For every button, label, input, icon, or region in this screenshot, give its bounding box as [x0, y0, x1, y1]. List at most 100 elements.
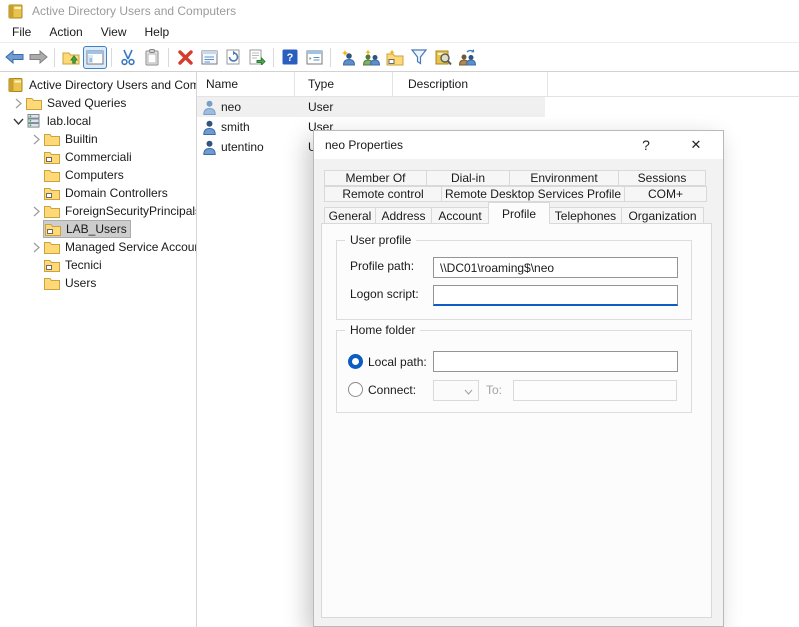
dialog-help-button[interactable]: ?	[627, 131, 665, 159]
find-icon[interactable]	[431, 46, 455, 69]
list-cell-name: neo	[221, 100, 241, 114]
set-filter-icon[interactable]	[407, 46, 431, 69]
toolbar-separator	[54, 48, 55, 67]
chevron-right-icon[interactable]	[28, 242, 44, 253]
tab-member-of[interactable]: Member Of	[324, 170, 427, 186]
tree-item-users[interactable]: Users	[0, 274, 196, 292]
toolbar-separator	[111, 48, 112, 67]
tree-item-computers[interactable]: Computers	[0, 166, 196, 184]
tree-item-saved-queries[interactable]: Saved Queries	[0, 94, 196, 112]
tab-remote-control[interactable]: Remote control	[324, 186, 442, 202]
export-list-icon[interactable]	[245, 46, 269, 69]
tree-item-tecnici[interactable]: Tecnici	[0, 256, 196, 274]
tree-item-commerciali[interactable]: Commerciali	[0, 148, 196, 166]
tree-item-managed-service-accounts[interactable]: Managed Service Accounts	[0, 238, 196, 256]
tab-account[interactable]: Account	[431, 207, 489, 224]
svg-text:?: ?	[287, 52, 294, 64]
up-one-level-icon[interactable]	[59, 46, 83, 69]
menu-help[interactable]: Help	[136, 23, 179, 41]
tree-item-label: Users	[65, 276, 96, 290]
tab-profile[interactable]: Profile	[488, 202, 550, 224]
list-header: Name Type Description	[197, 72, 799, 97]
new-group-icon[interactable]	[359, 46, 383, 69]
refresh-users-icon[interactable]	[455, 46, 479, 69]
menu-file[interactable]: File	[3, 23, 40, 41]
tab-telephones[interactable]: Telephones	[549, 207, 622, 224]
show-console-tree-icon[interactable]	[83, 46, 107, 69]
column-header-name[interactable]: Name	[197, 72, 295, 96]
user-icon	[203, 100, 216, 115]
tree-item-domain-controllers[interactable]: Domain Controllers	[0, 184, 196, 202]
neo-properties-dialog: neo Properties ? ✕ Member Of Dial-in Env…	[313, 130, 724, 627]
ou-folder-icon	[44, 150, 60, 164]
menu-bar: File Action View Help	[0, 22, 799, 43]
tree-item-label: Computers	[65, 168, 124, 182]
tab-row-1: Member Of Dial-in Environment Sessions	[324, 170, 706, 186]
column-header-type[interactable]: Type	[295, 72, 393, 96]
help-icon[interactable]: ?	[278, 46, 302, 69]
new-window-icon[interactable]	[302, 46, 326, 69]
chevron-right-icon[interactable]	[28, 206, 44, 217]
tree-item-lab-users[interactable]: LAB_Users	[0, 220, 196, 238]
folder-icon	[26, 96, 42, 110]
list-row-neo[interactable]: neo User	[197, 97, 545, 117]
tree-item-label: Managed Service Accounts	[65, 240, 197, 254]
tab-row-3: General Address Account Profile Telephon…	[324, 202, 704, 224]
toolbar: ?	[0, 43, 799, 72]
tab-general[interactable]: General	[324, 207, 376, 224]
profile-path-label: Profile path:	[350, 259, 414, 273]
local-path-radio[interactable]	[348, 354, 363, 369]
tree-item-root[interactable]: Active Directory Users and Computers	[0, 76, 196, 94]
tab-com-plus[interactable]: COM+	[624, 186, 707, 202]
list-cell-type: User	[295, 100, 393, 114]
folder-icon	[44, 204, 60, 218]
menu-view[interactable]: View	[92, 23, 136, 41]
connect-to-input[interactable]	[513, 380, 677, 401]
tree-selection: LAB_Users	[44, 221, 130, 237]
tree-item-label: lab.local	[47, 114, 91, 128]
folder-icon	[44, 276, 60, 290]
chevron-right-icon[interactable]	[28, 134, 44, 145]
tab-row-2: Remote control Remote Desktop Services P…	[324, 186, 707, 202]
tree-item-label: Saved Queries	[47, 96, 126, 110]
delete-icon[interactable]	[173, 46, 197, 69]
tab-organization[interactable]: Organization	[621, 207, 704, 224]
tab-dial-in[interactable]: Dial-in	[426, 170, 510, 186]
forward-icon[interactable]	[26, 46, 50, 69]
back-icon[interactable]	[2, 46, 26, 69]
ou-folder-icon	[45, 222, 61, 236]
tab-sessions[interactable]: Sessions	[618, 170, 706, 186]
folder-icon	[44, 168, 60, 182]
connect-radio[interactable]	[348, 382, 363, 397]
tab-remote-desktop-services-profile[interactable]: Remote Desktop Services Profile	[441, 186, 625, 202]
window-titlebar: Active Directory Users and Computers	[0, 0, 799, 22]
tree-item-label: Domain Controllers	[65, 186, 168, 200]
tree-item-foreign-security-principals[interactable]: ForeignSecurityPrincipals	[0, 202, 196, 220]
tab-address[interactable]: Address	[375, 207, 432, 224]
column-header-description[interactable]: Description	[393, 72, 548, 96]
drive-letter-dropdown[interactable]	[433, 380, 479, 401]
chevron-down-icon[interactable]	[10, 118, 26, 125]
refresh-icon[interactable]	[221, 46, 245, 69]
chevron-right-icon[interactable]	[10, 98, 26, 109]
logon-script-label: Logon script:	[350, 287, 419, 301]
profile-path-input[interactable]	[433, 257, 678, 278]
new-organizational-unit-icon[interactable]	[383, 46, 407, 69]
console-tree: Active Directory Users and Computers Sav…	[0, 72, 197, 627]
dialog-close-icon[interactable]: ✕	[677, 131, 715, 159]
properties-icon[interactable]	[197, 46, 221, 69]
local-path-input[interactable]	[433, 351, 678, 372]
tree-item-label: ForeignSecurityPrincipals	[65, 204, 197, 218]
cut-icon[interactable]	[116, 46, 140, 69]
domain-icon	[26, 114, 42, 128]
folder-icon	[44, 132, 60, 146]
menu-action[interactable]: Action	[40, 23, 91, 41]
tree-item-builtin[interactable]: Builtin	[0, 130, 196, 148]
tree-item-label: LAB_Users	[66, 222, 127, 236]
logon-script-input[interactable]	[433, 285, 678, 306]
tab-environment[interactable]: Environment	[509, 170, 619, 186]
tree-item-lab-local[interactable]: lab.local	[0, 112, 196, 130]
paste-icon[interactable]	[140, 46, 164, 69]
new-user-icon[interactable]	[335, 46, 359, 69]
list-cell-name: utentino	[221, 140, 264, 154]
